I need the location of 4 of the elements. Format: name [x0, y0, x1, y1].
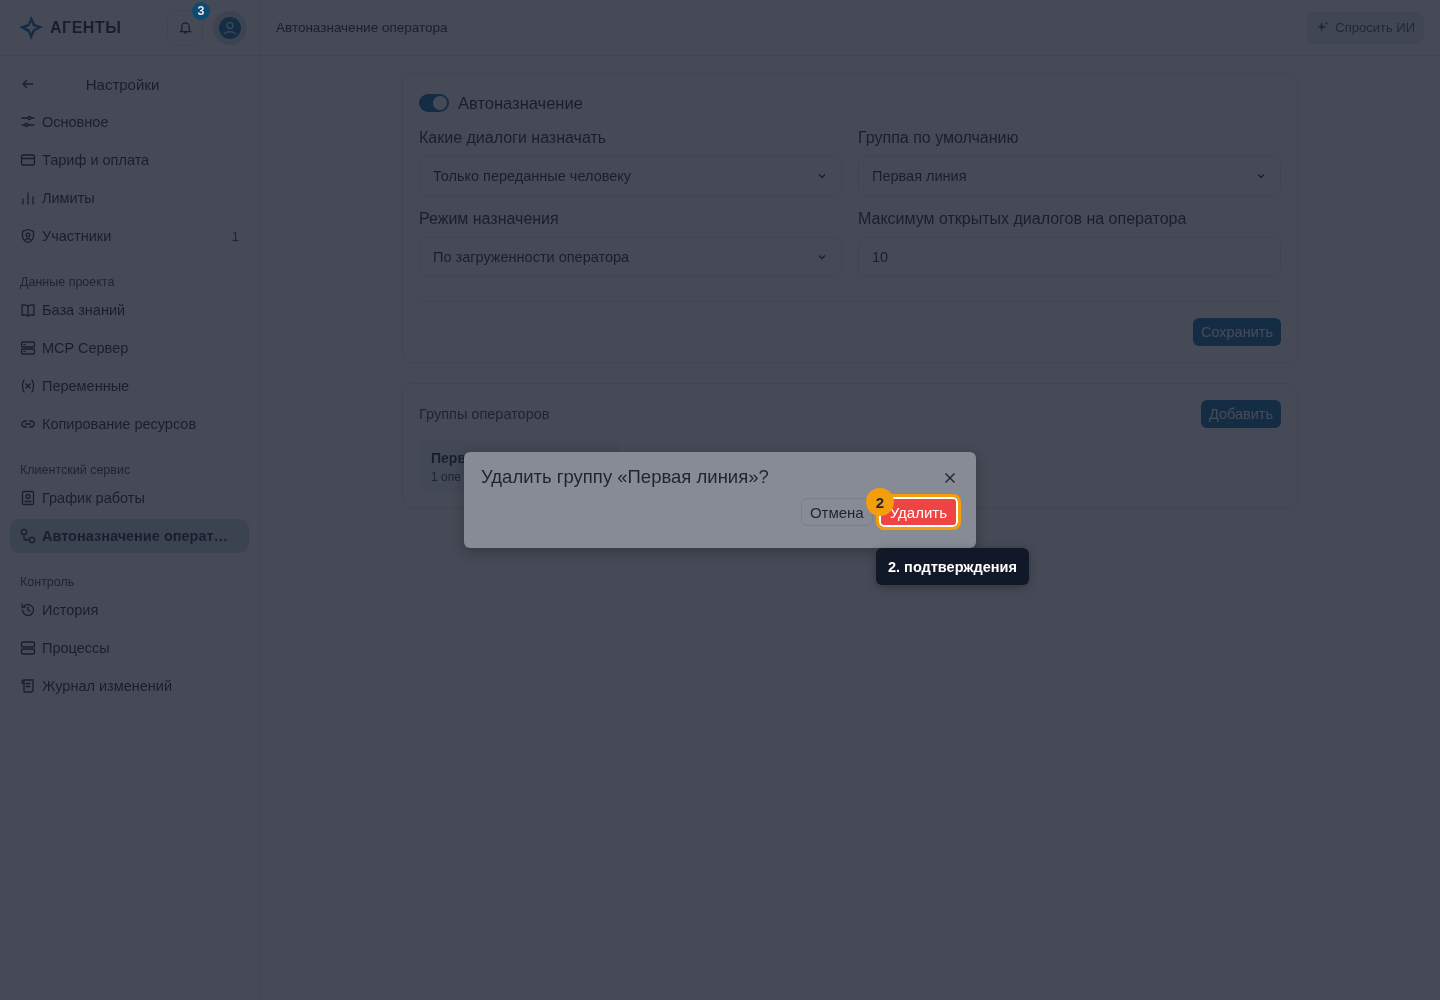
tour-tooltip: 2. подтверждения — [876, 548, 1029, 585]
dialog-title: Удалить группу «Первая линия»? — [481, 466, 769, 488]
cancel-button[interactable]: Отмена — [800, 498, 873, 526]
close-icon[interactable] — [944, 472, 956, 484]
